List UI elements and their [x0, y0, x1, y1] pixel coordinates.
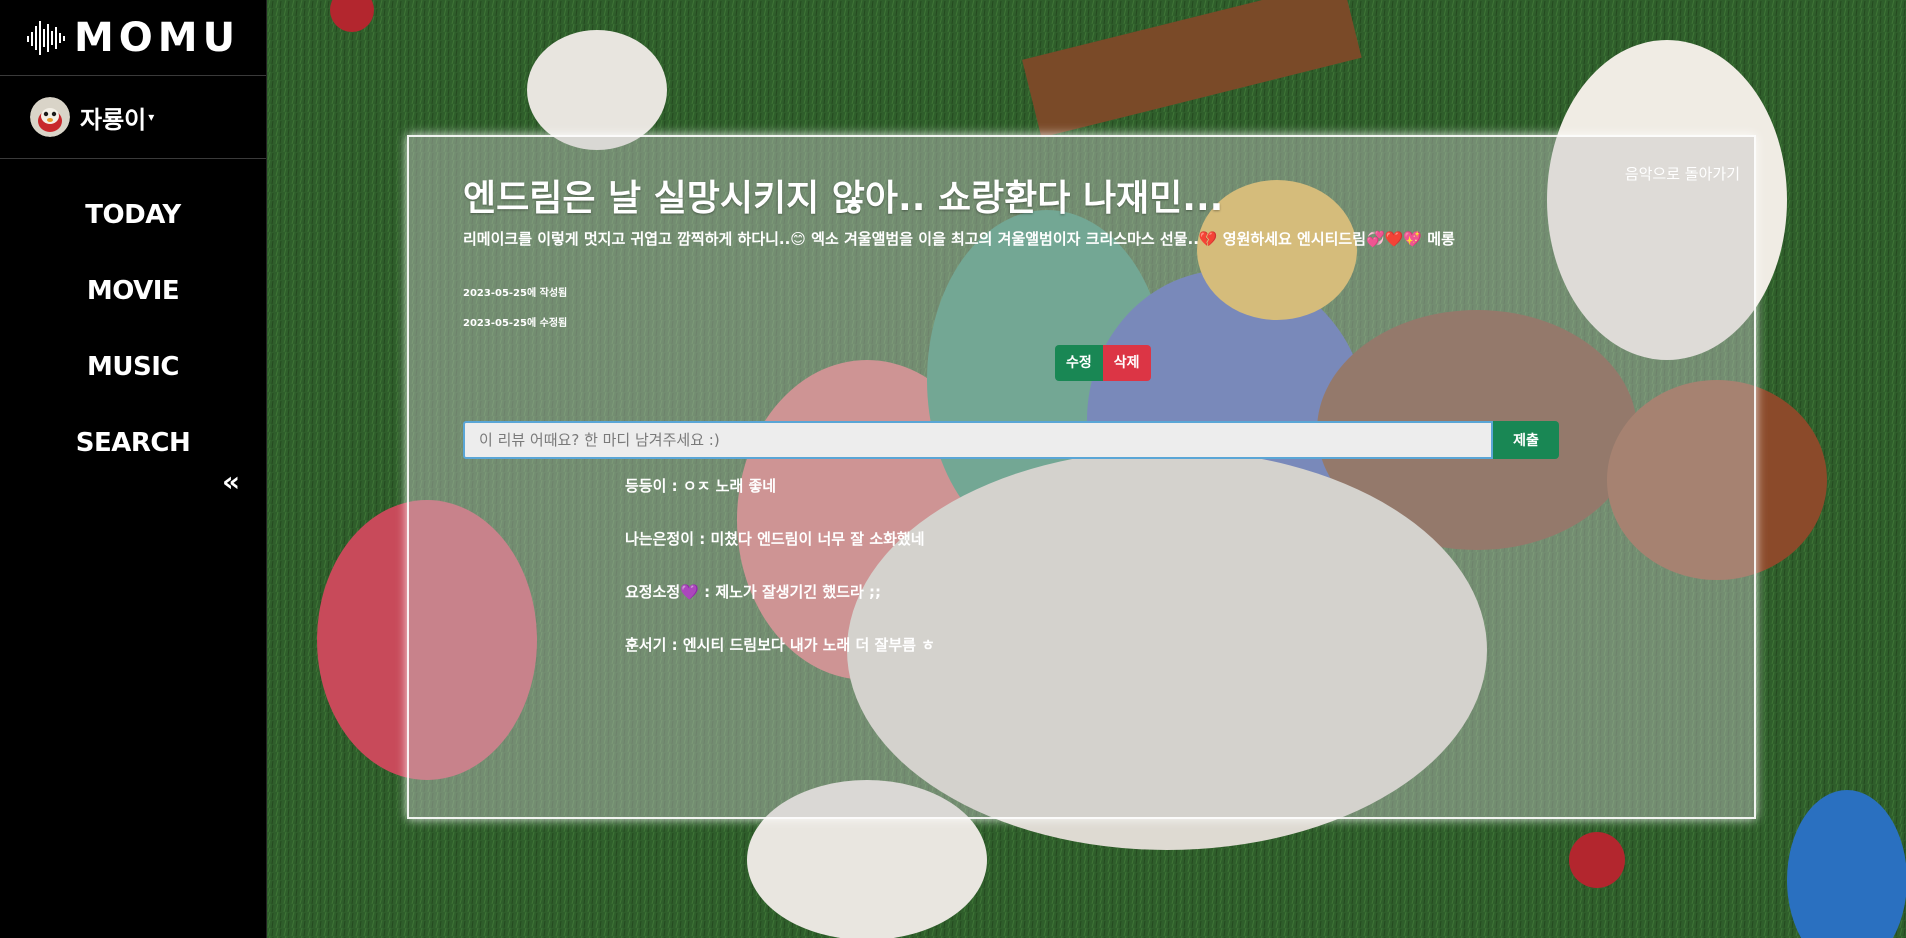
- review-title: 엔드림은 날 실망시키지 않아.. 쇼랑환다 나재민...: [463, 178, 1224, 219]
- comment-input[interactable]: [463, 421, 1493, 459]
- soundwave-icon: [27, 20, 65, 55]
- submit-comment-button[interactable]: 제출: [1493, 421, 1559, 459]
- comment-list: 등등이 : ㅇㅈ 노래 좋네 나는은정이 : 미쳤다 엔드림이 너무 잘 소화했…: [625, 475, 935, 687]
- chevron-down-icon[interactable]: ▾: [148, 110, 154, 124]
- user-name: 자룡이: [80, 105, 147, 134]
- review-card: 음악으로 돌아가기 엔드림은 날 실망시키지 않아.. 쇼랑환다 나재민... …: [407, 135, 1756, 819]
- user-menu[interactable]: 자룡이 ▾: [0, 76, 266, 159]
- back-to-music-link[interactable]: 음악으로 돌아가기: [1625, 163, 1740, 184]
- review-actions: 수정 삭제: [1055, 345, 1151, 381]
- logo[interactable]: MOMU: [0, 0, 266, 76]
- sidebar: MOMU 자룡이 ▾ TODAY MOVIE MUSIC SEARCH «: [0, 0, 267, 938]
- review-description: 리메이크를 이렇게 멋지고 귀엽고 깜찍하게 하다니..😊 엑소 겨울앨범을 이…: [463, 230, 1455, 248]
- comment-item: 나는은정이 : 미쳤다 엔드림이 너무 잘 소화했네: [625, 530, 925, 548]
- logo-text: MOMU: [74, 14, 241, 61]
- comment-item: 훈서기 : 엔시티 드림보다 내가 노래 더 잘부름 ㅎ: [625, 636, 935, 654]
- delete-button[interactable]: 삭제: [1102, 345, 1151, 381]
- main-nav: TODAY MOVIE MUSIC SEARCH: [0, 185, 266, 489]
- nav-item-music[interactable]: MUSIC: [0, 337, 266, 413]
- avatar: [30, 97, 70, 137]
- comment-item: 요정소정💜 : 제노가 잘생기긴 했드라 ;;: [625, 583, 881, 601]
- created-date: 2023-05-25에 작성됨: [463, 288, 568, 299]
- comment-item: 등등이 : ㅇㅈ 노래 좋네: [625, 477, 777, 495]
- collapse-sidebar-icon[interactable]: «: [222, 468, 240, 496]
- edit-button[interactable]: 수정: [1055, 345, 1103, 381]
- nav-item-today[interactable]: TODAY: [0, 185, 266, 261]
- updated-date: 2023-05-25에 수정됨: [463, 318, 568, 329]
- nav-item-movie[interactable]: MOVIE: [0, 261, 266, 337]
